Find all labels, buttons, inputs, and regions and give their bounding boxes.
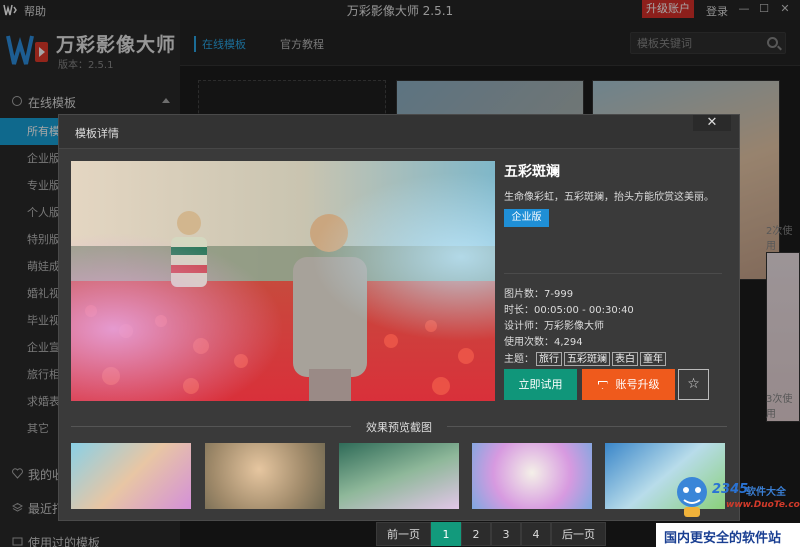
- account-upgrade-button[interactable]: 账号升级: [582, 369, 675, 400]
- page-button[interactable]: 1: [431, 522, 461, 546]
- watermark-digits: 2345: [712, 482, 749, 497]
- watermark-brand: 软件大全: [746, 487, 786, 498]
- theme-tags: 主题： 旅行 五彩斑斓 表白 童年: [504, 350, 666, 366]
- dialog-header: 模板详情 ✕: [59, 115, 739, 149]
- theme-label: 主题：: [504, 354, 534, 365]
- preview-screenshots: [71, 443, 731, 509]
- dialog-close-button[interactable]: ✕: [693, 115, 731, 131]
- duration: 时长：00:05:00 - 00:30:40: [504, 305, 634, 316]
- account-upgrade-label: 账号升级: [615, 378, 660, 391]
- template-preview-image[interactable]: [71, 161, 495, 401]
- diamond-icon: [597, 381, 608, 389]
- preview-screenshot[interactable]: [339, 443, 459, 509]
- theme-tag[interactable]: 表白: [612, 352, 638, 366]
- preview-screenshot[interactable]: [205, 443, 325, 509]
- divider: [447, 426, 727, 427]
- watermark-url: www.DuoTe.com: [726, 500, 800, 510]
- theme-tag[interactable]: 旅行: [536, 352, 562, 366]
- dialog-title: 模板详情: [75, 127, 119, 140]
- edition-badge: 企业版: [504, 209, 549, 227]
- designer: 设计师：万彩影像大师: [504, 321, 604, 332]
- favorite-star-button[interactable]: ☆: [678, 369, 709, 400]
- theme-tag[interactable]: 五彩斑斓: [564, 352, 610, 366]
- page-button[interactable]: 2: [461, 522, 491, 546]
- theme-tag[interactable]: 童年: [640, 352, 666, 366]
- next-page-button[interactable]: 后一页: [551, 522, 606, 546]
- preview-screenshot[interactable]: [472, 443, 592, 509]
- template-detail-dialog: 模板详情 ✕ 五彩斑斓 生命像彩虹，五彩斑斓，抬头方能欣赏这美丽。 企业版 图片…: [58, 114, 740, 521]
- mascot-icon: [677, 477, 707, 517]
- watermark-banner: 国内更安全的软件站: [656, 523, 800, 547]
- preview-illustration: [71, 161, 495, 401]
- divider: [504, 273, 722, 274]
- use-count: 使用次数：4,294: [504, 337, 583, 348]
- try-now-button[interactable]: 立即试用: [504, 369, 577, 400]
- prev-page-button[interactable]: 前一页: [376, 522, 431, 546]
- page-button[interactable]: 3: [491, 522, 521, 546]
- watermark-slogan: 国内更安全的软件站: [664, 531, 782, 546]
- template-name: 五彩斑斓: [504, 164, 560, 180]
- image-count: 图片数：7-999: [504, 289, 574, 300]
- preview-screenshots-label: 效果预览截图: [366, 421, 432, 434]
- site-watermark: 2345 软件大全 www.DuoTe.com 国内更安全的软件站: [656, 468, 800, 547]
- preview-screenshot[interactable]: [71, 443, 191, 509]
- template-description: 生命像彩虹，五彩斑斓，抬头方能欣赏这美丽。: [504, 192, 714, 203]
- page-button[interactable]: 4: [521, 522, 551, 546]
